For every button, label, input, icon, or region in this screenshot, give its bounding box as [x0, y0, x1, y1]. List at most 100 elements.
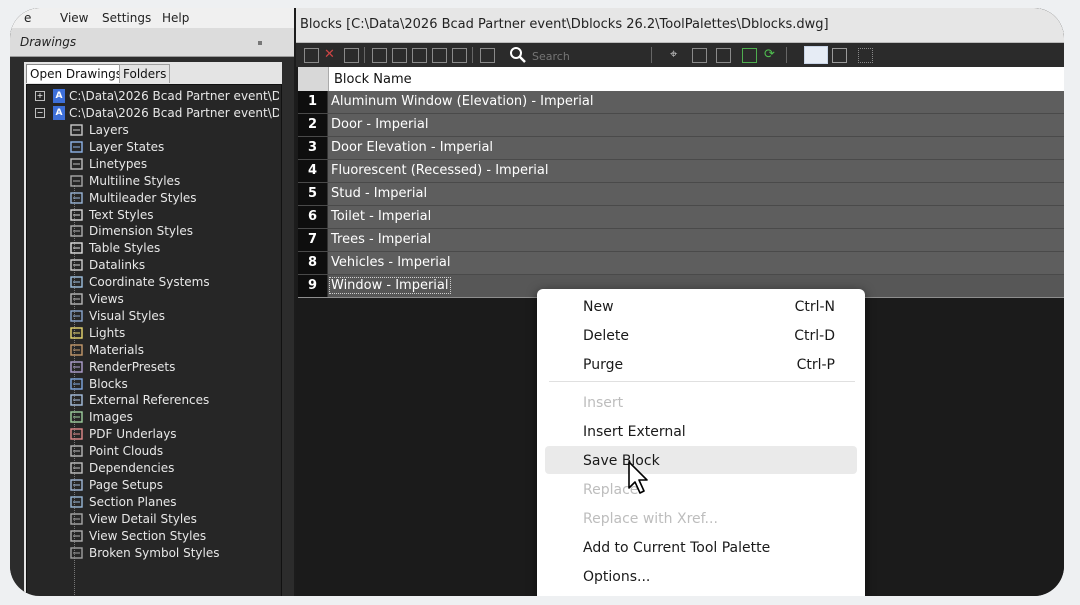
tree-item-view-section-styles[interactable]: View Section Styles: [27, 528, 279, 545]
insert-icon[interactable]: [372, 48, 387, 63]
tree-item-linetypes[interactable]: Linetypes: [27, 156, 279, 173]
tree-item-render-presets[interactable]: RenderPresets: [27, 359, 279, 376]
render-presets-icon: [69, 360, 85, 374]
tree-item-images[interactable]: Images: [27, 409, 279, 426]
table-row[interactable]: 3 Door Elevation - Imperial: [298, 137, 1064, 160]
tab-open-drawings[interactable]: Open Drawings: [26, 64, 127, 83]
panel-grip-icon[interactable]: [258, 41, 262, 45]
row-number[interactable]: 7: [298, 229, 328, 251]
tree-item-multiline-styles[interactable]: Multiline Styles: [27, 173, 279, 190]
tree-item-page-setups[interactable]: Page Setups: [27, 477, 279, 494]
pick-icon[interactable]: ⌖: [670, 48, 683, 61]
menu-item-label: Delete: [583, 328, 629, 344]
new-block-icon[interactable]: [304, 48, 319, 63]
menu-item-insert[interactable]: Insert: [537, 388, 865, 416]
table-row[interactable]: 5 Stud - Imperial: [298, 183, 1064, 206]
tab-folders[interactable]: Folders: [119, 64, 171, 83]
tree-item-label: Lights: [89, 325, 126, 340]
tree-item-label: RenderPresets: [89, 359, 176, 374]
table-row[interactable]: 7 Trees - Imperial: [298, 229, 1064, 252]
blocks-panel-header: Blocks [C:\Data\2026 Bcad Partner event\…: [296, 8, 1064, 43]
menu-item-insert-external[interactable]: Insert External: [537, 417, 865, 445]
delete-icon[interactable]: ✕: [324, 48, 337, 61]
add-palette-icon[interactable]: [480, 48, 495, 63]
tree-item-layers[interactable]: Layers: [27, 122, 279, 139]
tree-drawing-node[interactable]: + A C:\Data\2026 Bcad Partner event\Da: [27, 88, 279, 105]
expand-icon[interactable]: +: [35, 91, 45, 101]
menu-item-save-block[interactable]: Save Block: [545, 446, 857, 474]
tree-item-text-styles[interactable]: Text Styles: [27, 207, 279, 224]
tree-item-materials[interactable]: Materials: [27, 342, 279, 359]
row-number[interactable]: 2: [298, 114, 328, 136]
table-row[interactable]: 4 Fluorescent (Recessed) - Imperial: [298, 160, 1064, 183]
insert-external-icon[interactable]: [392, 48, 407, 63]
row-number[interactable]: 8: [298, 252, 328, 274]
tree-item-label: Text Styles: [89, 207, 154, 222]
row-number[interactable]: 4: [298, 160, 328, 182]
dependencies-icon: [69, 461, 85, 475]
tree-item-layer-states[interactable]: Layer States: [27, 139, 279, 156]
menu-item-new[interactable]: New Ctrl-N: [537, 292, 865, 320]
menu-item-view[interactable]: View: [60, 11, 88, 25]
tree-item-label: Materials: [89, 342, 145, 357]
drawings-panel-header: Drawings: [10, 28, 294, 57]
replace-xref-icon[interactable]: [452, 48, 467, 63]
table-row[interactable]: 6 Toilet - Imperial: [298, 206, 1064, 229]
purge-icon[interactable]: [344, 48, 359, 63]
refresh-icon[interactable]: ⟳: [764, 48, 777, 61]
mouse-cursor-icon: [628, 461, 648, 494]
document-icon[interactable]: [692, 48, 707, 63]
row-number[interactable]: 1: [298, 91, 328, 113]
search-icon[interactable]: [508, 45, 528, 65]
tree-item-coordinate-systems[interactable]: Coordinate Systems: [27, 274, 279, 291]
tree-item-dimension-styles[interactable]: Dimension Styles: [27, 223, 279, 240]
tree-item-view-detail-styles[interactable]: View Detail Styles: [27, 511, 279, 528]
menu-item-label: Add to Current Tool Palette: [583, 540, 771, 556]
table-row[interactable]: 1 Aluminum Window (Elevation) - Imperial: [298, 91, 1064, 114]
tree-item-blocks[interactable]: Blocks: [27, 376, 279, 393]
tree-item-dependencies[interactable]: Dependencies: [27, 460, 279, 477]
row-number[interactable]: 5: [298, 183, 328, 205]
tree-item-broken-symbol-styles[interactable]: Broken Symbol Styles: [27, 545, 279, 562]
view-thumbnails-icon[interactable]: [804, 46, 828, 64]
menu-item-replace[interactable]: Replace: [537, 475, 865, 503]
drawings-explorer: e View Settings Help Drawings Open Drawi…: [10, 8, 294, 596]
menu-item-partial[interactable]: e: [24, 11, 31, 25]
tree-item-point-clouds[interactable]: Point Clouds: [27, 443, 279, 460]
menu-item-settings[interactable]: Settings: [102, 11, 151, 25]
tree-item-section-planes[interactable]: Section Planes: [27, 494, 279, 511]
view-grid-icon[interactable]: [832, 48, 847, 63]
row-number[interactable]: 6: [298, 206, 328, 228]
menu-item-options[interactable]: Options...: [537, 562, 865, 590]
column-header-block-name[interactable]: Block Name: [334, 72, 412, 87]
tree-item-multileader-styles[interactable]: Multileader Styles: [27, 190, 279, 207]
tree-item-table-styles[interactable]: Table Styles: [27, 240, 279, 257]
table-row[interactable]: 8 Vehicles - Imperial: [298, 252, 1064, 275]
menu-item-delete[interactable]: Delete Ctrl-D: [537, 321, 865, 349]
collapse-icon[interactable]: −: [35, 108, 45, 118]
export-icon[interactable]: [742, 48, 757, 63]
drawings-tree[interactable]: + A C:\Data\2026 Bcad Partner event\Da − A C:…: [26, 84, 282, 596]
tree-item-lights[interactable]: Lights: [27, 325, 279, 342]
tree-drawing-node[interactable]: − A C:\Data\2026 Bcad Partner event\Di: [27, 105, 279, 122]
search-input[interactable]: [530, 47, 594, 65]
tree-item-external-references[interactable]: External References: [27, 392, 279, 409]
block-name-cell: Toilet - Imperial: [331, 209, 432, 224]
tree-item-visual-styles[interactable]: Visual Styles: [27, 308, 279, 325]
tree-item-views[interactable]: Views: [27, 291, 279, 308]
view-list-icon[interactable]: [858, 48, 873, 63]
tree-item-datalinks[interactable]: Datalinks: [27, 257, 279, 274]
menu-item-help[interactable]: Help: [162, 11, 189, 25]
replace-icon[interactable]: [432, 48, 447, 63]
save-block-icon[interactable]: [412, 48, 427, 63]
menu-item-purge[interactable]: Purge Ctrl-P: [537, 350, 865, 378]
page-icon[interactable]: [716, 48, 731, 63]
row-number[interactable]: 9: [298, 275, 328, 297]
datalinks-icon: [69, 258, 85, 272]
row-number[interactable]: 3: [298, 137, 328, 159]
menu-item-replace-with-xref[interactable]: Replace with Xref...: [537, 504, 865, 532]
context-menu: New Ctrl-N Delete Ctrl-D Purge Ctrl-P Insert In…: [537, 289, 865, 596]
tree-item-pdf-underlays[interactable]: PDF Underlays: [27, 426, 279, 443]
table-row[interactable]: 2 Door - Imperial: [298, 114, 1064, 137]
menu-item-add-to-current-tool-palette[interactable]: Add to Current Tool Palette: [537, 533, 865, 561]
